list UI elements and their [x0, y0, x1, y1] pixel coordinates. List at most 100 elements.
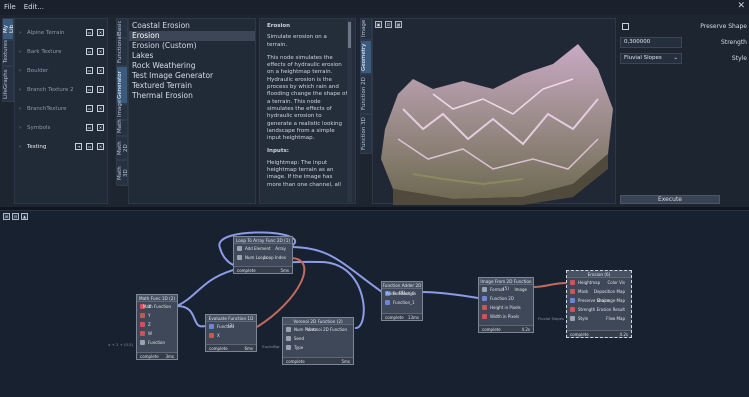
library-item[interactable]: › Branch Texture 2 ▭ ✕ — [15, 80, 107, 99]
port-socket[interactable] — [570, 307, 575, 312]
menu-edit[interactable]: Edit... — [20, 0, 48, 14]
library-item[interactable]: › Testing ⇥ ▭ ✕ — [15, 137, 107, 156]
graph-node-eval[interactable]: Evaluate Function 1D (3) Function Xcomplet… — [205, 314, 257, 352]
output-port[interactable]: Drainage Map — [597, 296, 628, 305]
export-icon[interactable]: ⇥ — [75, 143, 82, 150]
library-item[interactable]: › Symbols ▭ ✕ — [15, 118, 107, 137]
delete-icon[interactable]: ✕ — [97, 143, 104, 150]
category-tab[interactable]: Math 2D — [116, 136, 129, 160]
port-socket[interactable] — [209, 333, 214, 338]
graph-node-erosion[interactable]: Erosion (6) Heightmap Mask Preserve Shape St… — [566, 270, 632, 338]
input-port[interactable]: Width in Pixels — [479, 312, 533, 321]
port-socket[interactable] — [570, 316, 575, 321]
port-socket[interactable] — [237, 255, 242, 260]
port-socket[interactable] — [140, 322, 145, 327]
zoom-fit-icon[interactable]: ⊡ — [385, 21, 392, 28]
category-tab[interactable]: Generator — [116, 66, 128, 104]
chevron-right-icon[interactable]: › — [19, 30, 27, 36]
close-icon[interactable]: ✕ — [737, 1, 745, 11]
port-socket[interactable] — [140, 313, 145, 318]
library-item[interactable]: › Boulder ▭ ✕ — [15, 61, 107, 80]
input-port[interactable]: Function_1 — [382, 298, 422, 307]
graph-node-voronoi[interactable]: Voronoi 2D Function (2) Num Points Seed Typ… — [282, 317, 354, 365]
doc-scroll-thumb[interactable] — [348, 22, 351, 48]
port-socket[interactable] — [570, 298, 575, 303]
output-port[interactable]: Image — [514, 285, 530, 294]
save-icon[interactable]: ▭ — [86, 105, 93, 112]
port-socket[interactable] — [482, 314, 487, 319]
tab-lifegraphs[interactable]: LifeGraphs — [2, 66, 14, 102]
category-item[interactable]: Textured Terrain — [129, 81, 255, 91]
output-port[interactable]: Voronoi 2D Function — [307, 325, 350, 334]
input-port[interactable]: Z — [137, 320, 177, 329]
port-socket[interactable] — [140, 340, 145, 345]
graph-node-adder[interactable]: Function Adder 2D (4) Function_0 Function_… — [381, 281, 423, 321]
input-port[interactable]: Function — [206, 322, 256, 331]
category-item[interactable]: Lakes — [129, 51, 255, 61]
input-port[interactable]: Seed — [283, 334, 353, 343]
input-port[interactable]: Function 2D — [479, 294, 533, 303]
chevron-right-icon[interactable]: › — [19, 87, 27, 93]
category-tab[interactable]: Math — [116, 119, 128, 136]
image-icon[interactable]: ▲ — [21, 213, 28, 220]
output-port[interactable]: Adder Function — [386, 289, 419, 298]
layout-icon[interactable]: ⊟ — [12, 213, 19, 220]
delete-icon[interactable]: ✕ — [97, 67, 104, 74]
port-socket[interactable] — [385, 300, 390, 305]
output-port[interactable]: Deposition Map — [594, 287, 628, 296]
chevron-right-icon[interactable]: › — [19, 144, 27, 150]
port-socket[interactable] — [482, 296, 487, 301]
port-socket[interactable] — [286, 327, 291, 332]
delete-icon[interactable]: ✕ — [97, 29, 104, 36]
input-port[interactable]: Type — [283, 343, 353, 352]
category-tab[interactable]: Math 3D — [116, 160, 129, 186]
delete-icon[interactable]: ✕ — [97, 86, 104, 93]
category-item[interactable]: Thermal Erosion — [129, 91, 255, 101]
port-socket[interactable] — [140, 331, 145, 336]
save-icon[interactable]: ▭ — [86, 143, 93, 150]
grid-icon[interactable]: ▦ — [395, 21, 402, 28]
input-port[interactable]: X — [206, 331, 256, 340]
library-item[interactable]: › Alpine Terrain ▭ ✕ — [15, 23, 107, 42]
menu-file[interactable]: File — [0, 0, 20, 14]
tab-function-3d[interactable]: Function 3D — [360, 114, 372, 154]
graph-node-img2d[interactable]: Image From 2D Function (5) Format Function… — [478, 277, 534, 333]
input-port[interactable]: W — [137, 329, 177, 338]
execute-button[interactable]: Execute — [620, 195, 720, 204]
category-item[interactable]: Rock Weathering — [129, 61, 255, 71]
port-socket[interactable] — [286, 345, 291, 350]
category-tab[interactable]: Image — [116, 100, 128, 120]
tab-my-lib[interactable]: My Lib — [2, 18, 15, 40]
tab-function-2d[interactable]: Function 2D — [360, 74, 372, 114]
graph-node-loop[interactable]: Loop To Array Func 2D (1) Add Element Num … — [233, 236, 293, 274]
output-port[interactable]: Erosion Result — [597, 305, 628, 314]
save-icon[interactable]: ▭ — [86, 48, 93, 55]
chevron-right-icon[interactable]: › — [19, 68, 27, 74]
port-socket[interactable] — [286, 336, 291, 341]
save-icon[interactable]: ▭ — [86, 86, 93, 93]
category-item[interactable]: Erosion (Custom) — [129, 41, 255, 51]
save-icon[interactable]: ▭ — [86, 124, 93, 131]
output-port[interactable]: Loop Index — [264, 253, 289, 262]
delete-icon[interactable]: ✕ — [97, 124, 104, 131]
port-socket[interactable] — [237, 246, 242, 251]
category-item[interactable]: Erosion — [129, 31, 255, 41]
frame-icon[interactable]: ▣ — [375, 21, 382, 28]
delete-icon[interactable]: ✕ — [97, 105, 104, 112]
graph-node-mathf[interactable]: Math Func 1D (2) X Y Z W Function Math Functio… — [136, 294, 178, 360]
strength-input[interactable]: 0,300000 — [620, 36, 682, 48]
input-port[interactable]: Height in Pixels — [479, 303, 533, 312]
category-item[interactable]: Test Image Generator — [129, 71, 255, 81]
port-socket[interactable] — [482, 305, 487, 310]
port-socket[interactable] — [570, 280, 575, 285]
chevron-right-icon[interactable]: › — [19, 125, 27, 131]
output-port[interactable]: Flow Map — [606, 314, 628, 323]
geometry-viewer[interactable] — [372, 18, 616, 205]
input-port[interactable]: Y — [137, 311, 177, 320]
preserve-shape-checkbox[interactable] — [622, 22, 629, 30]
port-socket[interactable] — [482, 287, 487, 292]
library-item[interactable]: › BranchTexture ▭ ✕ — [15, 99, 107, 118]
style-select[interactable]: Fluvial Slopes ⌄ — [620, 52, 682, 64]
category-tab[interactable]: Functional — [116, 35, 128, 66]
save-icon[interactable]: ▭ — [86, 67, 93, 74]
